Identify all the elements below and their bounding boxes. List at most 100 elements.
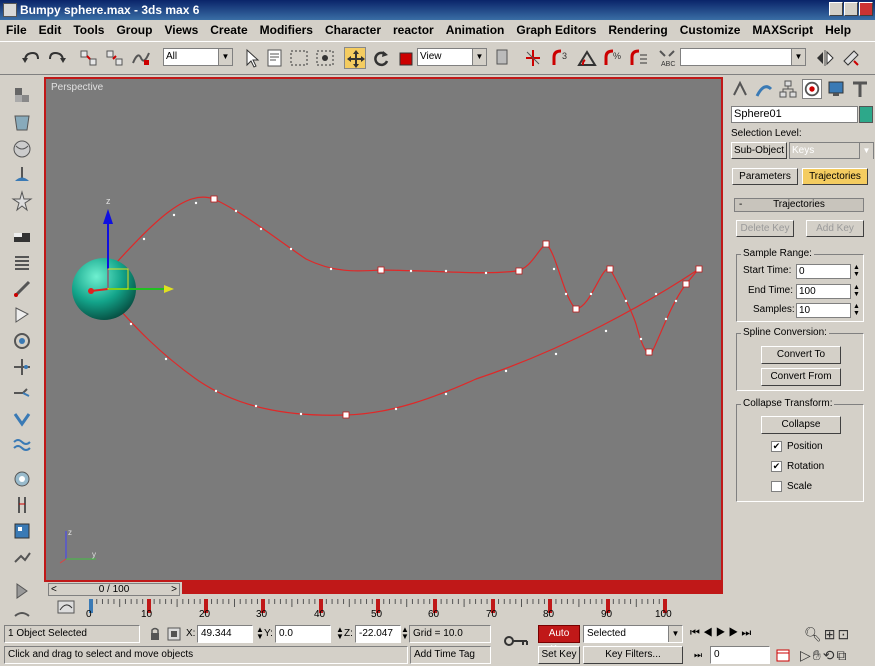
reference-coordinate-dropdown[interactable]: View ▼ (417, 48, 487, 66)
menu-character[interactable]: Character (319, 23, 387, 37)
align-icon[interactable] (840, 47, 862, 69)
time-slider[interactable]: <0 / 100 > (44, 582, 723, 597)
y-spinner-arrows[interactable]: ▲ ▼ (336, 626, 344, 641)
go-to-end-icon[interactable]: ⏭ (741, 627, 754, 639)
ragdoll-icon[interactable] (11, 468, 33, 490)
parameters-tab-button[interactable]: Parameters (732, 168, 798, 185)
object-name-field[interactable]: Sphere01 (731, 106, 858, 123)
current-frame-field[interactable]: 0 (710, 646, 770, 664)
wind-icon[interactable] (11, 330, 33, 352)
perspective-viewport[interactable]: Perspective z z y (44, 77, 723, 582)
toy-car-icon[interactable] (11, 356, 33, 378)
close-button[interactable] (859, 2, 873, 16)
named-selection-dropdown[interactable]: ▼ (680, 48, 806, 66)
select-and-rotate-icon[interactable] (370, 47, 392, 69)
menu-graph-editors[interactable]: Graph Editors (510, 23, 602, 37)
menu-maxscript[interactable]: MAXScript (746, 23, 819, 37)
delete-key-button[interactable]: Delete Key (736, 220, 794, 237)
select-and-manipulate-icon[interactable] (522, 47, 544, 69)
object-color-swatch[interactable] (859, 106, 873, 123)
convert-to-button[interactable]: Convert To (761, 346, 841, 364)
lock-selection-icon[interactable] (148, 626, 162, 642)
rigid-body-icon[interactable] (11, 84, 33, 106)
time-configuration-icon[interactable] (776, 648, 790, 662)
key-selection-dropdown[interactable]: Selected ▼ (583, 625, 683, 643)
selection-filter-dropdown[interactable]: All ▼ (163, 48, 233, 66)
collapse-button[interactable]: Collapse (761, 416, 841, 434)
menu-customize[interactable]: Customize (674, 23, 747, 37)
utilities-panel-icon[interactable] (850, 79, 870, 99)
zoom-all-icon[interactable]: ⊞ (824, 626, 838, 642)
rectangular-selection-icon[interactable] (288, 47, 310, 69)
plane-icon[interactable] (11, 226, 33, 248)
y-coordinate-field[interactable]: 0.0 (275, 625, 331, 643)
sub-object-dropdown[interactable]: Keys ▼ (789, 142, 874, 159)
point-to-point-icon[interactable] (11, 520, 33, 542)
viewport-nav-top[interactable]: 🔍︎⊞⊡ (804, 626, 851, 643)
analyze-world-icon[interactable] (11, 580, 33, 602)
motor-icon[interactable] (11, 304, 33, 326)
track-bar[interactable]: 0 10 20 30 40 50 60 70 80 90 100 (44, 597, 723, 622)
samples-arrows[interactable]: ▲ ▼ (852, 303, 861, 318)
soft-body-icon[interactable] (11, 138, 33, 160)
minimize-button[interactable] (829, 2, 843, 16)
hinge-icon[interactable] (11, 494, 33, 516)
create-panel-icon[interactable] (730, 79, 750, 99)
select-object-icon[interactable] (240, 47, 262, 69)
add-key-button[interactable]: Add Key (806, 220, 864, 237)
menu-modifiers[interactable]: Modifiers (254, 23, 319, 37)
arc-rotate-icon[interactable]: ⟲ (823, 647, 837, 663)
z-coordinate-field[interactable]: -22.047 (355, 625, 401, 643)
z-spinner-arrows[interactable]: ▲ ▼ (401, 626, 409, 641)
dashpot-icon[interactable] (11, 278, 33, 300)
start-time-spinner[interactable]: 0 (796, 264, 851, 279)
x-spinner-arrows[interactable]: ▲ ▼ (256, 626, 264, 641)
trajectories-rollout-header[interactable]: - Trajectories (734, 198, 864, 212)
cloth-icon[interactable] (11, 112, 33, 134)
undo-icon[interactable] (20, 47, 42, 69)
viewport-canvas[interactable]: z z y (46, 79, 721, 580)
snaps-toggle-icon[interactable]: 3 (550, 47, 572, 69)
field-of-view-icon[interactable]: ▷ (800, 647, 813, 663)
set-key-button[interactable]: Set Key (538, 646, 580, 664)
motion-panel-icon[interactable] (802, 79, 822, 99)
rotation-checkbox[interactable]: ✔ (771, 461, 782, 472)
menu-animation[interactable]: Animation (440, 23, 511, 37)
spring-icon[interactable] (11, 252, 33, 274)
prev-frame-icon[interactable]: < (51, 584, 57, 595)
unlink-selection-icon[interactable] (104, 47, 126, 69)
trajectory-path[interactable] (105, 196, 702, 416)
sub-object-button[interactable]: Sub-Object (731, 142, 787, 159)
playback-controls[interactable]: ⏮◀▶▶⏭ (690, 627, 754, 640)
mirror-icon[interactable] (814, 47, 836, 69)
end-time-arrows[interactable]: ▲ ▼ (852, 284, 861, 299)
next-key-icon[interactable]: ▶ (729, 627, 742, 639)
key-filters-button[interactable]: Key Filters... (583, 646, 683, 664)
menu-file[interactable]: File (0, 23, 33, 37)
samples-spinner[interactable]: 10 (796, 303, 851, 318)
next-frame-icon[interactable]: > (171, 584, 177, 595)
x-coordinate-field[interactable]: 49.344 (197, 625, 253, 643)
bind-to-space-warp-icon[interactable] (130, 47, 152, 69)
select-and-move-icon[interactable] (344, 47, 366, 69)
select-and-scale-icon[interactable] (396, 47, 418, 69)
angle-snap-icon[interactable] (576, 47, 598, 69)
set-key-mode-icon[interactable] (503, 633, 531, 649)
maximize-button[interactable] (844, 2, 858, 16)
redo-icon[interactable] (46, 47, 68, 69)
maximize-viewport-icon[interactable]: ⧉ (837, 647, 849, 663)
menu-tools[interactable]: Tools (67, 23, 110, 37)
modify-panel-icon[interactable] (754, 79, 774, 99)
display-panel-icon[interactable] (826, 79, 846, 99)
scale-checkbox[interactable] (771, 481, 782, 492)
auto-key-button[interactable]: Auto Key (538, 625, 580, 655)
menu-help[interactable]: Help (819, 23, 857, 37)
hierarchy-panel-icon[interactable] (778, 79, 798, 99)
start-time-arrows[interactable]: ▲ ▼ (852, 264, 861, 279)
deforming-mesh-icon[interactable] (11, 190, 33, 212)
water-icon[interactable] (11, 408, 33, 430)
pan-icon[interactable]: ✋︎ (813, 647, 823, 663)
menu-create[interactable]: Create (204, 23, 253, 37)
menu-edit[interactable]: Edit (33, 23, 68, 37)
prismatic-icon[interactable] (11, 546, 33, 568)
